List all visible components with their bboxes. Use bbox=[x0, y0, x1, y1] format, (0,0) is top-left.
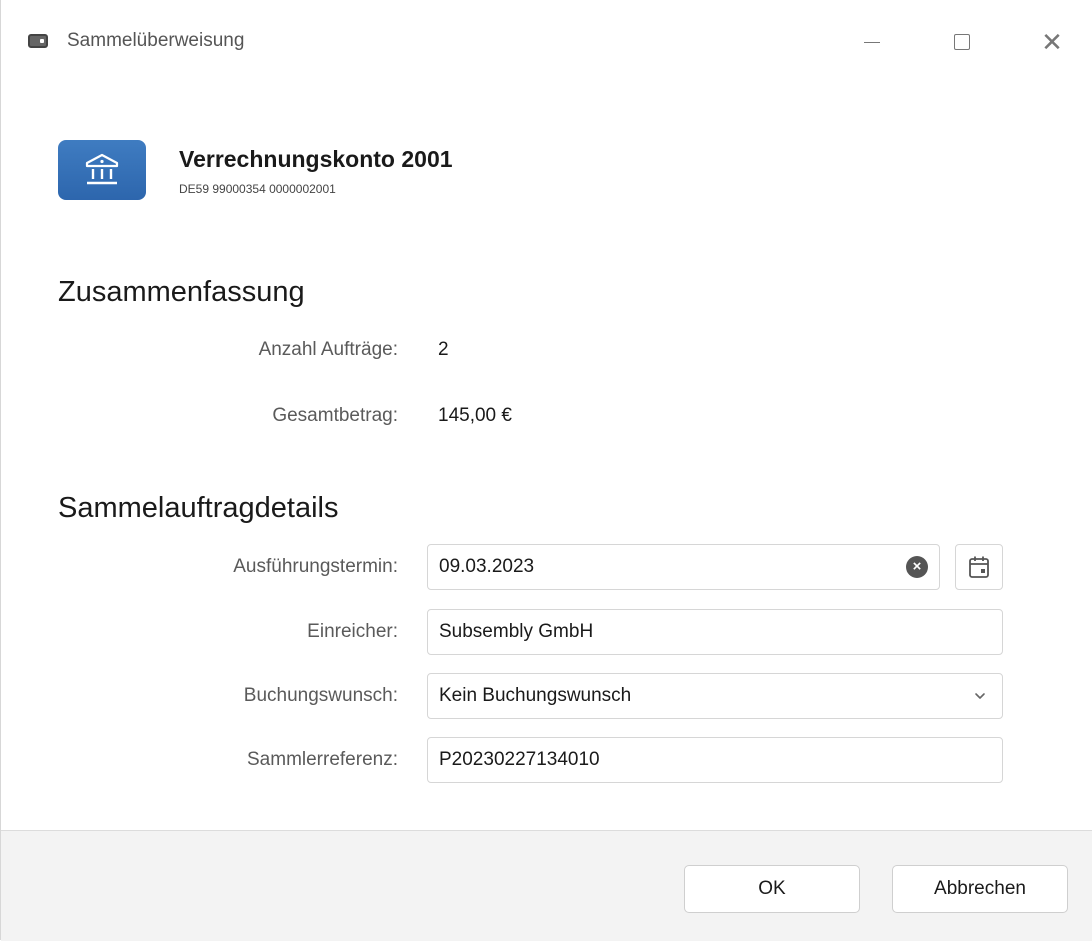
total-amount-label: Gesamtbetrag: bbox=[272, 405, 398, 426]
wallet-icon bbox=[28, 34, 48, 48]
account-name: Verrechnungskonto 2001 bbox=[179, 146, 453, 172]
collector-reference-value: P20230227134010 bbox=[439, 749, 600, 770]
dialog-footer: OK Abbrechen bbox=[1, 830, 1092, 941]
ok-button[interactable]: OK bbox=[684, 865, 860, 913]
minimize-button[interactable] bbox=[849, 22, 895, 62]
submitter-value: Subsembly GmbH bbox=[439, 621, 594, 642]
total-amount-value: 145,00 € bbox=[438, 405, 512, 426]
details-heading: Sammelauftragdetails bbox=[58, 492, 339, 524]
calendar-button[interactable] bbox=[955, 544, 1003, 590]
account-iban: DE59 99000354 0000002001 bbox=[179, 182, 336, 196]
collector-reference-input[interactable]: P20230227134010 bbox=[427, 737, 1003, 783]
execution-date-label: Ausführungstermin: bbox=[233, 556, 398, 577]
clear-date-button[interactable]: × bbox=[906, 556, 928, 578]
maximize-icon bbox=[954, 34, 970, 50]
dialog-window: Sammelüberweisung ✕ Verrechnungskonto 20… bbox=[0, 0, 1092, 941]
order-count-value: 2 bbox=[438, 339, 449, 360]
execution-date-field[interactable]: 09.03.2023 × bbox=[427, 544, 940, 590]
submitter-input[interactable]: Subsembly GmbH bbox=[427, 609, 1003, 655]
maximize-button[interactable] bbox=[939, 22, 985, 62]
summary-heading: Zusammenfassung bbox=[58, 276, 305, 308]
cancel-button[interactable]: Abbrechen bbox=[892, 865, 1068, 913]
booking-request-label: Buchungswunsch: bbox=[243, 685, 398, 706]
collector-reference-label: Sammlerreferenz: bbox=[247, 749, 398, 770]
submitter-label: Einreicher: bbox=[307, 621, 398, 642]
booking-request-value: Kein Buchungswunsch bbox=[439, 685, 632, 706]
chevron-down-icon bbox=[975, 693, 985, 699]
order-count-label: Anzahl Aufträge: bbox=[258, 339, 398, 360]
booking-request-select[interactable]: Kein Buchungswunsch bbox=[427, 673, 1003, 719]
bank-icon bbox=[58, 140, 146, 200]
window-title: Sammelüberweisung bbox=[67, 30, 245, 51]
execution-date-value: 09.03.2023 bbox=[439, 556, 535, 577]
bank-building-icon bbox=[85, 153, 119, 185]
close-icon: ✕ bbox=[1041, 27, 1063, 57]
calendar-icon bbox=[969, 556, 989, 578]
close-button[interactable]: ✕ bbox=[1029, 22, 1075, 62]
title-bar: Sammelüberweisung ✕ bbox=[1, 0, 1092, 86]
minimize-icon bbox=[864, 41, 880, 43]
